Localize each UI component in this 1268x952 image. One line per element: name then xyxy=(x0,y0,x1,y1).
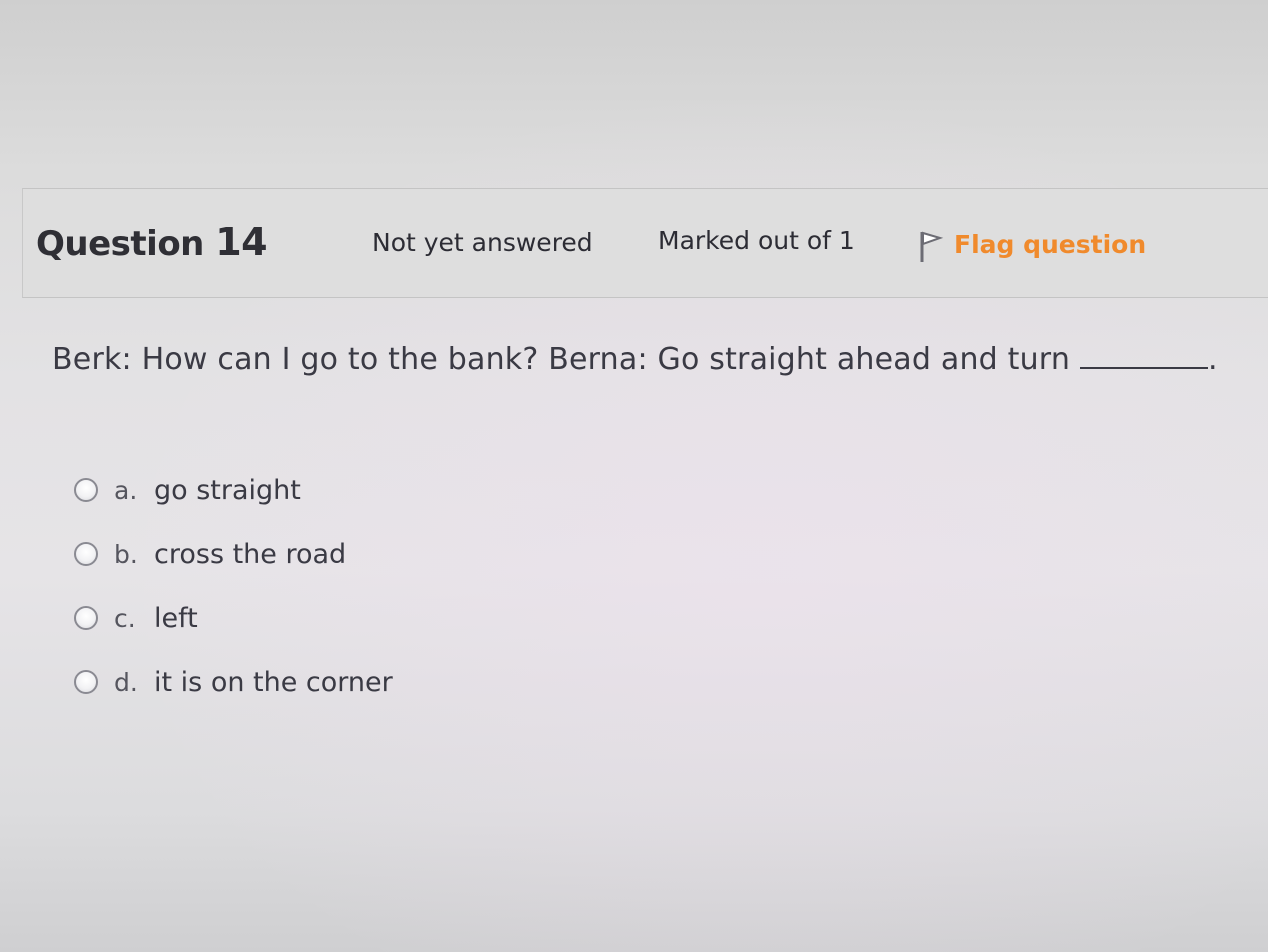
question-text: Berk: How can I go to the bank? Berna: G… xyxy=(52,342,1218,377)
flag-question-label: Flag question xyxy=(954,229,1147,259)
question-title: Question 14 xyxy=(36,220,268,264)
answer-text[interactable]: cross the road xyxy=(154,539,346,570)
answer-text[interactable]: left xyxy=(154,603,198,634)
question-number: 14 xyxy=(215,220,268,264)
question-label: Question xyxy=(36,224,204,264)
answer-blank xyxy=(1080,367,1209,369)
answer-text[interactable]: it is on the corner xyxy=(154,667,393,698)
answer-letter: b. xyxy=(114,539,138,569)
flag-question-link[interactable]: Flag question xyxy=(918,224,1146,264)
question-end: . xyxy=(1208,342,1218,377)
answer-options: a. go straight b. cross the road c. left… xyxy=(74,458,393,714)
answer-option-a[interactable]: a. go straight xyxy=(74,458,393,522)
flag-icon xyxy=(920,231,944,262)
answer-letter: d. xyxy=(114,667,138,697)
radio-button[interactable] xyxy=(74,670,98,694)
question-grade: Marked out of 1 xyxy=(658,226,855,255)
question-state: Not yet answered xyxy=(372,228,593,257)
answer-option-d[interactable]: d. it is on the corner xyxy=(74,650,393,714)
answer-option-b[interactable]: b. cross the road xyxy=(74,522,393,586)
radio-button[interactable] xyxy=(74,542,98,566)
radio-button[interactable] xyxy=(74,606,98,630)
question-prompt: Berk: How can I go to the bank? Berna: G… xyxy=(52,342,1071,377)
answer-letter: a. xyxy=(114,475,138,505)
answer-option-c[interactable]: c. left xyxy=(74,586,393,650)
answer-text[interactable]: go straight xyxy=(154,475,301,506)
answer-letter: c. xyxy=(114,603,136,633)
radio-button[interactable] xyxy=(74,478,98,502)
